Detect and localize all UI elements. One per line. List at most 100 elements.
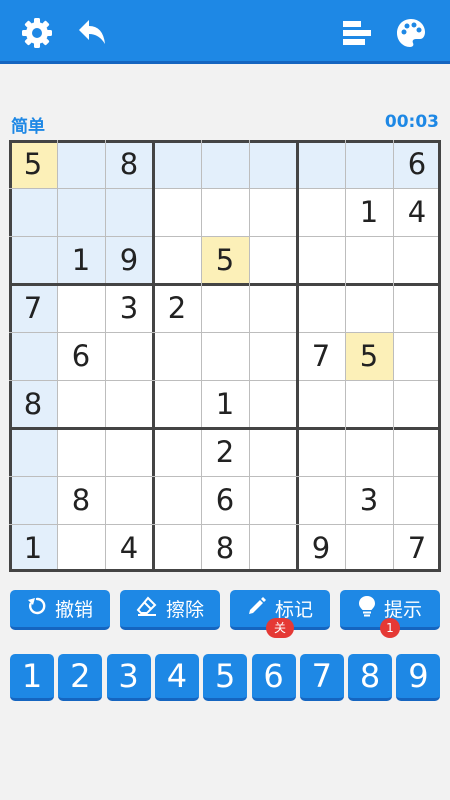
sudoku-cell[interactable]: [249, 140, 297, 188]
sudoku-cell[interactable]: [393, 476, 441, 524]
sudoku-cell[interactable]: [249, 236, 297, 284]
sudoku-cell[interactable]: [105, 188, 153, 236]
sudoku-cell[interactable]: [297, 284, 345, 332]
sudoku-cell[interactable]: 4: [393, 188, 441, 236]
sudoku-cell[interactable]: [201, 284, 249, 332]
sudoku-cell[interactable]: [249, 524, 297, 572]
sudoku-cell[interactable]: [105, 332, 153, 380]
sudoku-cell[interactable]: 4: [105, 524, 153, 572]
sudoku-cell[interactable]: [9, 476, 57, 524]
sudoku-cell[interactable]: [249, 428, 297, 476]
sudoku-cell[interactable]: [9, 428, 57, 476]
sudoku-cell[interactable]: 1: [57, 236, 105, 284]
sudoku-cell[interactable]: [9, 188, 57, 236]
sudoku-cell[interactable]: [297, 236, 345, 284]
erase-button[interactable]: 擦除: [120, 590, 220, 630]
sudoku-cell[interactable]: [9, 332, 57, 380]
sudoku-cell[interactable]: [249, 188, 297, 236]
sudoku-cell[interactable]: 8: [9, 380, 57, 428]
sudoku-cell[interactable]: 6: [57, 332, 105, 380]
sudoku-cell[interactable]: [153, 428, 201, 476]
sudoku-cell[interactable]: 1: [201, 380, 249, 428]
sudoku-cell[interactable]: [345, 140, 393, 188]
sudoku-cell[interactable]: [345, 524, 393, 572]
sudoku-cell[interactable]: 1: [345, 188, 393, 236]
sudoku-cell[interactable]: [393, 428, 441, 476]
number-button[interactable]: 9: [396, 654, 441, 701]
number-button[interactable]: 6: [251, 654, 296, 701]
sudoku-cell[interactable]: [105, 380, 153, 428]
sudoku-cell[interactable]: [345, 236, 393, 284]
undo-arrow-icon[interactable]: [74, 16, 108, 50]
hint-button[interactable]: 提示 1: [340, 590, 440, 638]
sudoku-cell[interactable]: 2: [153, 284, 201, 332]
grid-line: [105, 140, 106, 572]
sudoku-cell[interactable]: 8: [57, 476, 105, 524]
sudoku-cell[interactable]: [345, 428, 393, 476]
sudoku-cell[interactable]: [393, 332, 441, 380]
sudoku-cell[interactable]: [249, 476, 297, 524]
sudoku-cell[interactable]: 3: [345, 476, 393, 524]
sudoku-cell[interactable]: 3: [105, 284, 153, 332]
number-button[interactable]: 1: [10, 654, 54, 701]
number-button[interactable]: 4: [154, 654, 199, 701]
sudoku-cell[interactable]: [297, 188, 345, 236]
sudoku-cell[interactable]: [57, 380, 105, 428]
palette-icon[interactable]: [394, 16, 428, 50]
number-button[interactable]: 2: [58, 654, 103, 701]
number-button[interactable]: 8: [348, 654, 393, 701]
notes-button[interactable]: 标记 关: [230, 590, 330, 638]
sudoku-cell[interactable]: 5: [9, 140, 57, 188]
sudoku-cell[interactable]: [393, 380, 441, 428]
sudoku-cell[interactable]: 8: [105, 140, 153, 188]
sudoku-cell[interactable]: [201, 140, 249, 188]
sudoku-cell[interactable]: [57, 428, 105, 476]
sudoku-cell[interactable]: [57, 188, 105, 236]
sudoku-cell[interactable]: [105, 428, 153, 476]
sudoku-cell[interactable]: [249, 332, 297, 380]
sudoku-cell[interactable]: [297, 380, 345, 428]
sudoku-cell[interactable]: [57, 140, 105, 188]
sudoku-cell[interactable]: [297, 476, 345, 524]
number-button[interactable]: 5: [203, 654, 248, 701]
sudoku-cell[interactable]: [153, 236, 201, 284]
sudoku-cell[interactable]: [297, 140, 345, 188]
sudoku-cell[interactable]: [249, 284, 297, 332]
sudoku-cell[interactable]: [393, 236, 441, 284]
gear-icon[interactable]: [20, 16, 54, 50]
sudoku-cell[interactable]: 7: [9, 284, 57, 332]
sudoku-cell[interactable]: [153, 476, 201, 524]
sudoku-cell[interactable]: 7: [393, 524, 441, 572]
sudoku-cell[interactable]: 1: [9, 524, 57, 572]
sudoku-cell[interactable]: [297, 428, 345, 476]
sudoku-cell[interactable]: [393, 284, 441, 332]
stats-bars-icon[interactable]: [340, 16, 374, 50]
sudoku-cell[interactable]: [153, 332, 201, 380]
number-button[interactable]: 7: [299, 654, 344, 701]
sudoku-cell[interactable]: [153, 140, 201, 188]
sudoku-cell[interactable]: 7: [297, 332, 345, 380]
sudoku-cell[interactable]: [9, 236, 57, 284]
sudoku-cell[interactable]: [153, 380, 201, 428]
sudoku-cell[interactable]: 6: [393, 140, 441, 188]
sudoku-cell[interactable]: [249, 380, 297, 428]
sudoku-cell[interactable]: 9: [297, 524, 345, 572]
sudoku-cell[interactable]: [57, 524, 105, 572]
eraser-icon: [136, 596, 158, 621]
sudoku-cell[interactable]: 9: [105, 236, 153, 284]
sudoku-cell[interactable]: 8: [201, 524, 249, 572]
sudoku-cell[interactable]: 5: [201, 236, 249, 284]
sudoku-cell[interactable]: [345, 284, 393, 332]
sudoku-cell[interactable]: [201, 188, 249, 236]
sudoku-cell[interactable]: 2: [201, 428, 249, 476]
sudoku-cell[interactable]: [105, 476, 153, 524]
sudoku-cell[interactable]: [153, 524, 201, 572]
number-button[interactable]: 3: [106, 654, 151, 701]
sudoku-cell[interactable]: [201, 332, 249, 380]
sudoku-cell[interactable]: [345, 380, 393, 428]
undo-button[interactable]: 撤销: [10, 590, 110, 630]
sudoku-cell[interactable]: 5: [345, 332, 393, 380]
sudoku-cell[interactable]: [153, 188, 201, 236]
sudoku-cell[interactable]: [57, 284, 105, 332]
sudoku-cell[interactable]: 6: [201, 476, 249, 524]
